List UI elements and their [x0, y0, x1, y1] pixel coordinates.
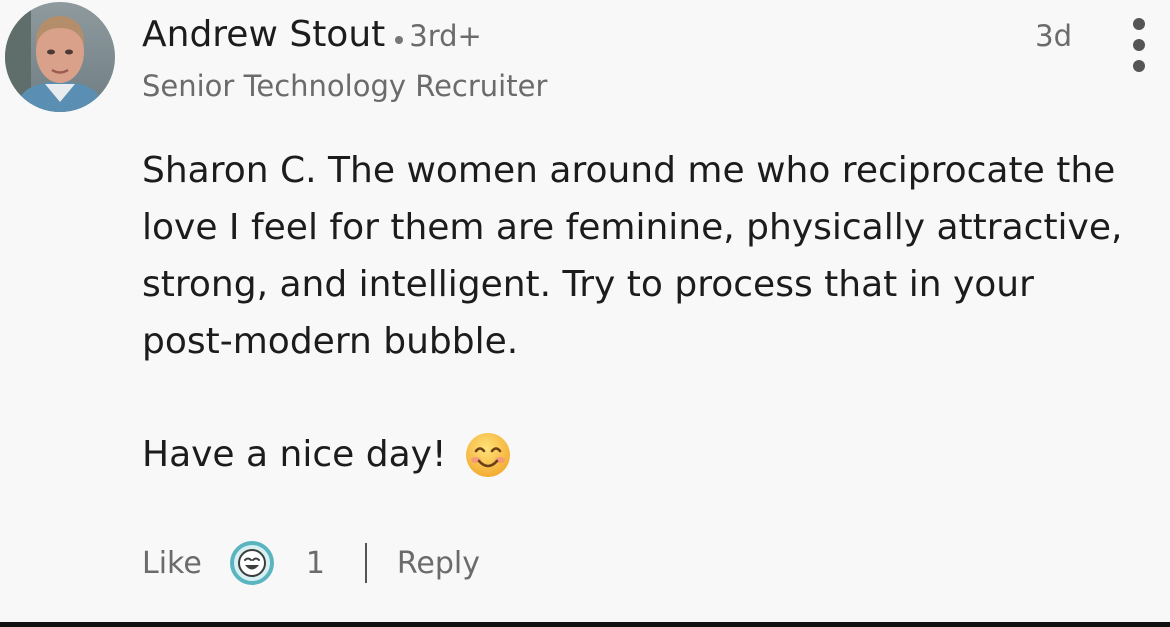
reply-button[interactable]: Reply: [397, 546, 480, 581]
comment-text-line: love I feel for them are feminine, physi…: [142, 207, 1123, 248]
smiling-face-icon: [466, 432, 511, 477]
author-avatar[interactable]: [5, 2, 115, 112]
more-dot: [1133, 18, 1145, 30]
comment-text-line: post-modern bubble.: [142, 321, 519, 362]
separator-dot: [395, 35, 404, 44]
author-name-row: Andrew Stout 3rd+: [142, 12, 482, 64]
more-vertical-icon[interactable]: [1126, 18, 1152, 72]
comment-actions: Like 1 Reply: [142, 538, 480, 588]
closing-text: Have a nice day!: [142, 434, 447, 475]
bottom-divider: [0, 622, 1170, 627]
reaction-count[interactable]: 1: [306, 546, 325, 581]
laughing-reaction-icon[interactable]: [229, 541, 274, 585]
more-dot: [1133, 60, 1145, 72]
author-headline: Senior Technology Recruiter: [142, 69, 548, 103]
author-name[interactable]: Andrew Stout: [142, 14, 385, 55]
comment-closing: Have a nice day!: [142, 426, 512, 483]
comment-text-line: strong, and intelligent. Try to process …: [142, 264, 1034, 305]
comment-timestamp: 3d: [1035, 19, 1072, 53]
actions-divider: [364, 543, 367, 583]
comment-text-line: Sharon C. The women around me who recipr…: [142, 150, 1116, 191]
like-button[interactable]: Like: [142, 546, 202, 581]
person-photo-icon: [5, 2, 115, 112]
more-dot: [1133, 39, 1145, 51]
connection-degree: 3rd+: [409, 19, 482, 53]
comment-text: Sharon C. The women around me who recipr…: [142, 142, 1152, 370]
